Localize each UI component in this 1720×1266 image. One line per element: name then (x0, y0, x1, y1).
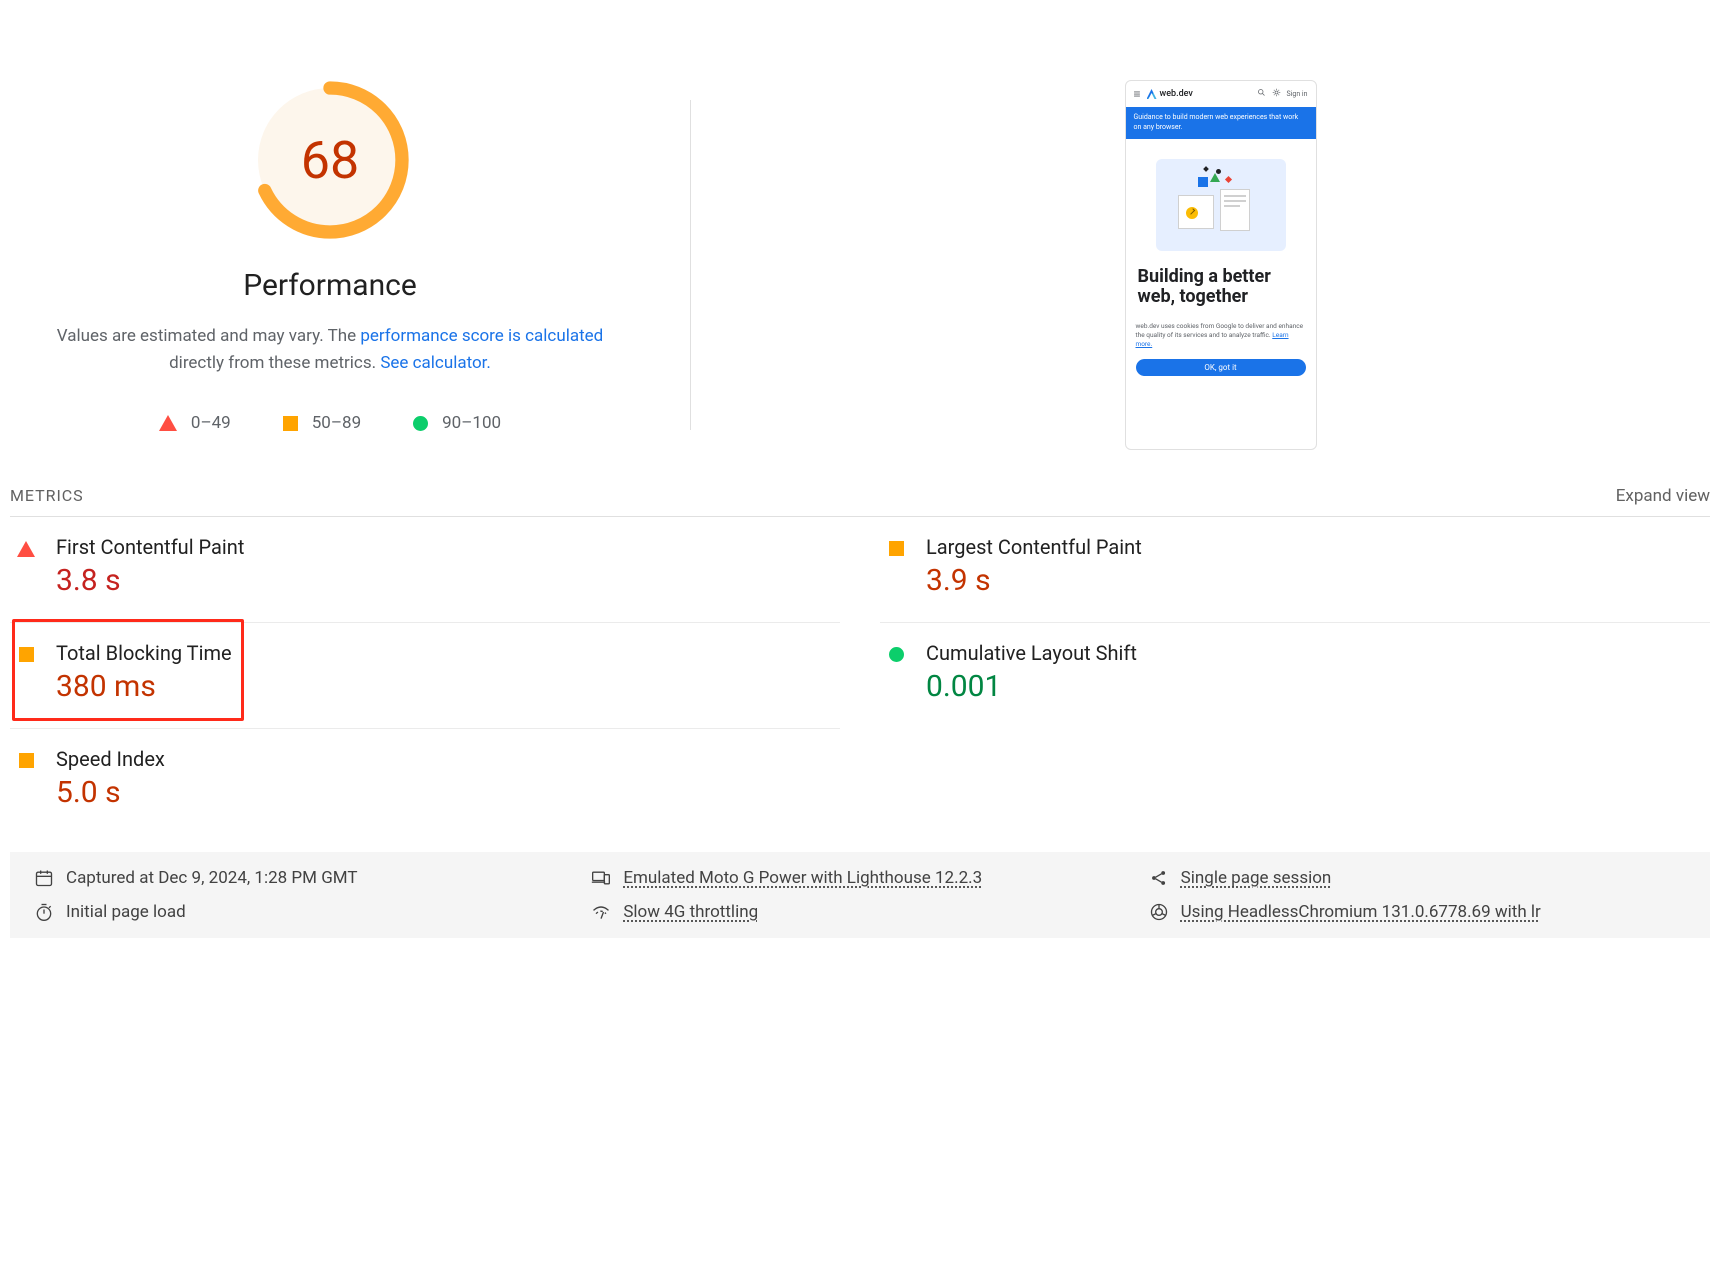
metric-name: First Contentful Paint (56, 535, 244, 559)
expand-view-toggle[interactable]: Expand view (1616, 486, 1710, 506)
site-logo: web.dev (1147, 89, 1193, 99)
site-name: web.dev (1160, 89, 1193, 99)
desc-text: Values are estimated and may vary. The (57, 326, 361, 346)
triangle-red-icon (17, 541, 35, 557)
metric-value: 380 ms (56, 669, 232, 704)
metric-value: 3.8 s (56, 563, 244, 598)
score-calc-link[interactable]: performance score is calculated (360, 326, 603, 346)
hero-title: Building a better web, together (1126, 261, 1316, 312)
session-type[interactable]: Single page session (1149, 868, 1686, 888)
legend-fail: 0–49 (159, 413, 231, 433)
metric-cls[interactable]: Cumulative Layout Shift 0.001 (880, 623, 1710, 729)
performance-description: Values are estimated and may vary. The p… (50, 323, 610, 377)
square-orange-icon (889, 541, 904, 556)
logo-mark-icon (1147, 89, 1157, 99)
page-screenshot: ≡ web.dev Sign in Guidance to build mode… (1125, 80, 1317, 450)
performance-gauge-area: 68 Performance Values are estimated and … (10, 80, 650, 450)
metric-si[interactable]: Speed Index 5.0 s (10, 729, 840, 834)
brightness-icon (1272, 88, 1281, 100)
menu-icon: ≡ (1134, 87, 1141, 101)
performance-score: 68 (250, 80, 410, 240)
see-calculator-link[interactable]: See calculator. (380, 353, 491, 373)
legend-pass-range: 90–100 (442, 413, 501, 433)
vertical-divider (690, 100, 691, 430)
desc-text2: directly from these metrics. (169, 353, 380, 373)
square-orange-icon (19, 647, 34, 662)
metric-name: Largest Contentful Paint (926, 535, 1142, 559)
captured-value: Dec 9, 2024, 1:28 PM GMT (158, 868, 357, 888)
metric-tbt[interactable]: Total Blocking Time 380 ms (10, 623, 840, 729)
browser-label: Using HeadlessChromium 131.0.6778.69 wit… (1181, 902, 1541, 922)
legend-average: 50–89 (283, 413, 361, 433)
environment-footer: Captured at Dec 9, 2024, 1:28 PM GMT Emu… (10, 852, 1710, 938)
metric-name: Speed Index (56, 747, 165, 771)
emulated-device[interactable]: Emulated Moto G Power with Lighthouse 12… (591, 868, 1128, 888)
score-legend: 0–49 50–89 90–100 (159, 413, 501, 433)
metric-value: 0.001 (926, 669, 1137, 704)
metrics-grid: First Contentful Paint 3.8 s Largest Con… (10, 517, 1710, 834)
cookie-notice: web.dev uses cookies from Google to deli… (1134, 318, 1308, 353)
page-screenshot-area: ≡ web.dev Sign in Guidance to build mode… (731, 80, 1710, 450)
throttling[interactable]: Slow 4G throttling (591, 902, 1128, 922)
triangle-red-icon (159, 415, 177, 431)
performance-title: Performance (243, 268, 417, 303)
performance-summary-row: 68 Performance Values are estimated and … (10, 80, 1710, 450)
share-nodes-icon (1149, 868, 1169, 888)
emulated-label: Emulated Moto G Power with Lighthouse 12… (623, 868, 982, 888)
cookie-ok-button: OK, got it (1136, 359, 1306, 376)
metric-value: 5.0 s (56, 775, 165, 810)
metric-lcp[interactable]: Largest Contentful Paint 3.9 s (880, 517, 1710, 623)
legend-pass: 90–100 (413, 413, 501, 433)
hero-illustration (1156, 159, 1286, 251)
square-orange-icon (283, 416, 298, 431)
throttling-label: Slow 4G throttling (623, 902, 758, 922)
session-label: Single page session (1181, 868, 1332, 888)
captured-time: Captured at Dec 9, 2024, 1:28 PM GMT (34, 868, 571, 888)
performance-gauge: 68 (250, 80, 410, 240)
browser-info[interactable]: Using HeadlessChromium 131.0.6778.69 wit… (1149, 902, 1686, 922)
circle-green-icon (889, 647, 904, 662)
metrics-header: METRICS Expand view (10, 486, 1710, 517)
signin-text: Sign in (1287, 90, 1308, 98)
devices-icon (591, 868, 611, 888)
square-orange-icon (19, 753, 34, 768)
metric-fcp[interactable]: First Contentful Paint 3.8 s (10, 517, 840, 623)
load-label: Initial page load (66, 902, 186, 922)
metric-name: Cumulative Layout Shift (926, 641, 1137, 665)
chrome-icon (1149, 902, 1169, 922)
captured-label: Captured at (66, 868, 158, 888)
network-check-icon (591, 902, 611, 922)
metrics-heading: METRICS (10, 486, 84, 505)
legend-fail-range: 0–49 (191, 413, 231, 433)
calendar-icon (34, 868, 54, 888)
search-icon (1257, 88, 1266, 100)
circle-green-icon (413, 416, 428, 431)
metric-value: 3.9 s (926, 563, 1142, 598)
metric-name: Total Blocking Time (56, 641, 232, 665)
stopwatch-icon (34, 902, 54, 922)
banner-text: Guidance to build modern web experiences… (1126, 107, 1316, 139)
load-type: Initial page load (34, 902, 571, 922)
legend-avg-range: 50–89 (312, 413, 361, 433)
